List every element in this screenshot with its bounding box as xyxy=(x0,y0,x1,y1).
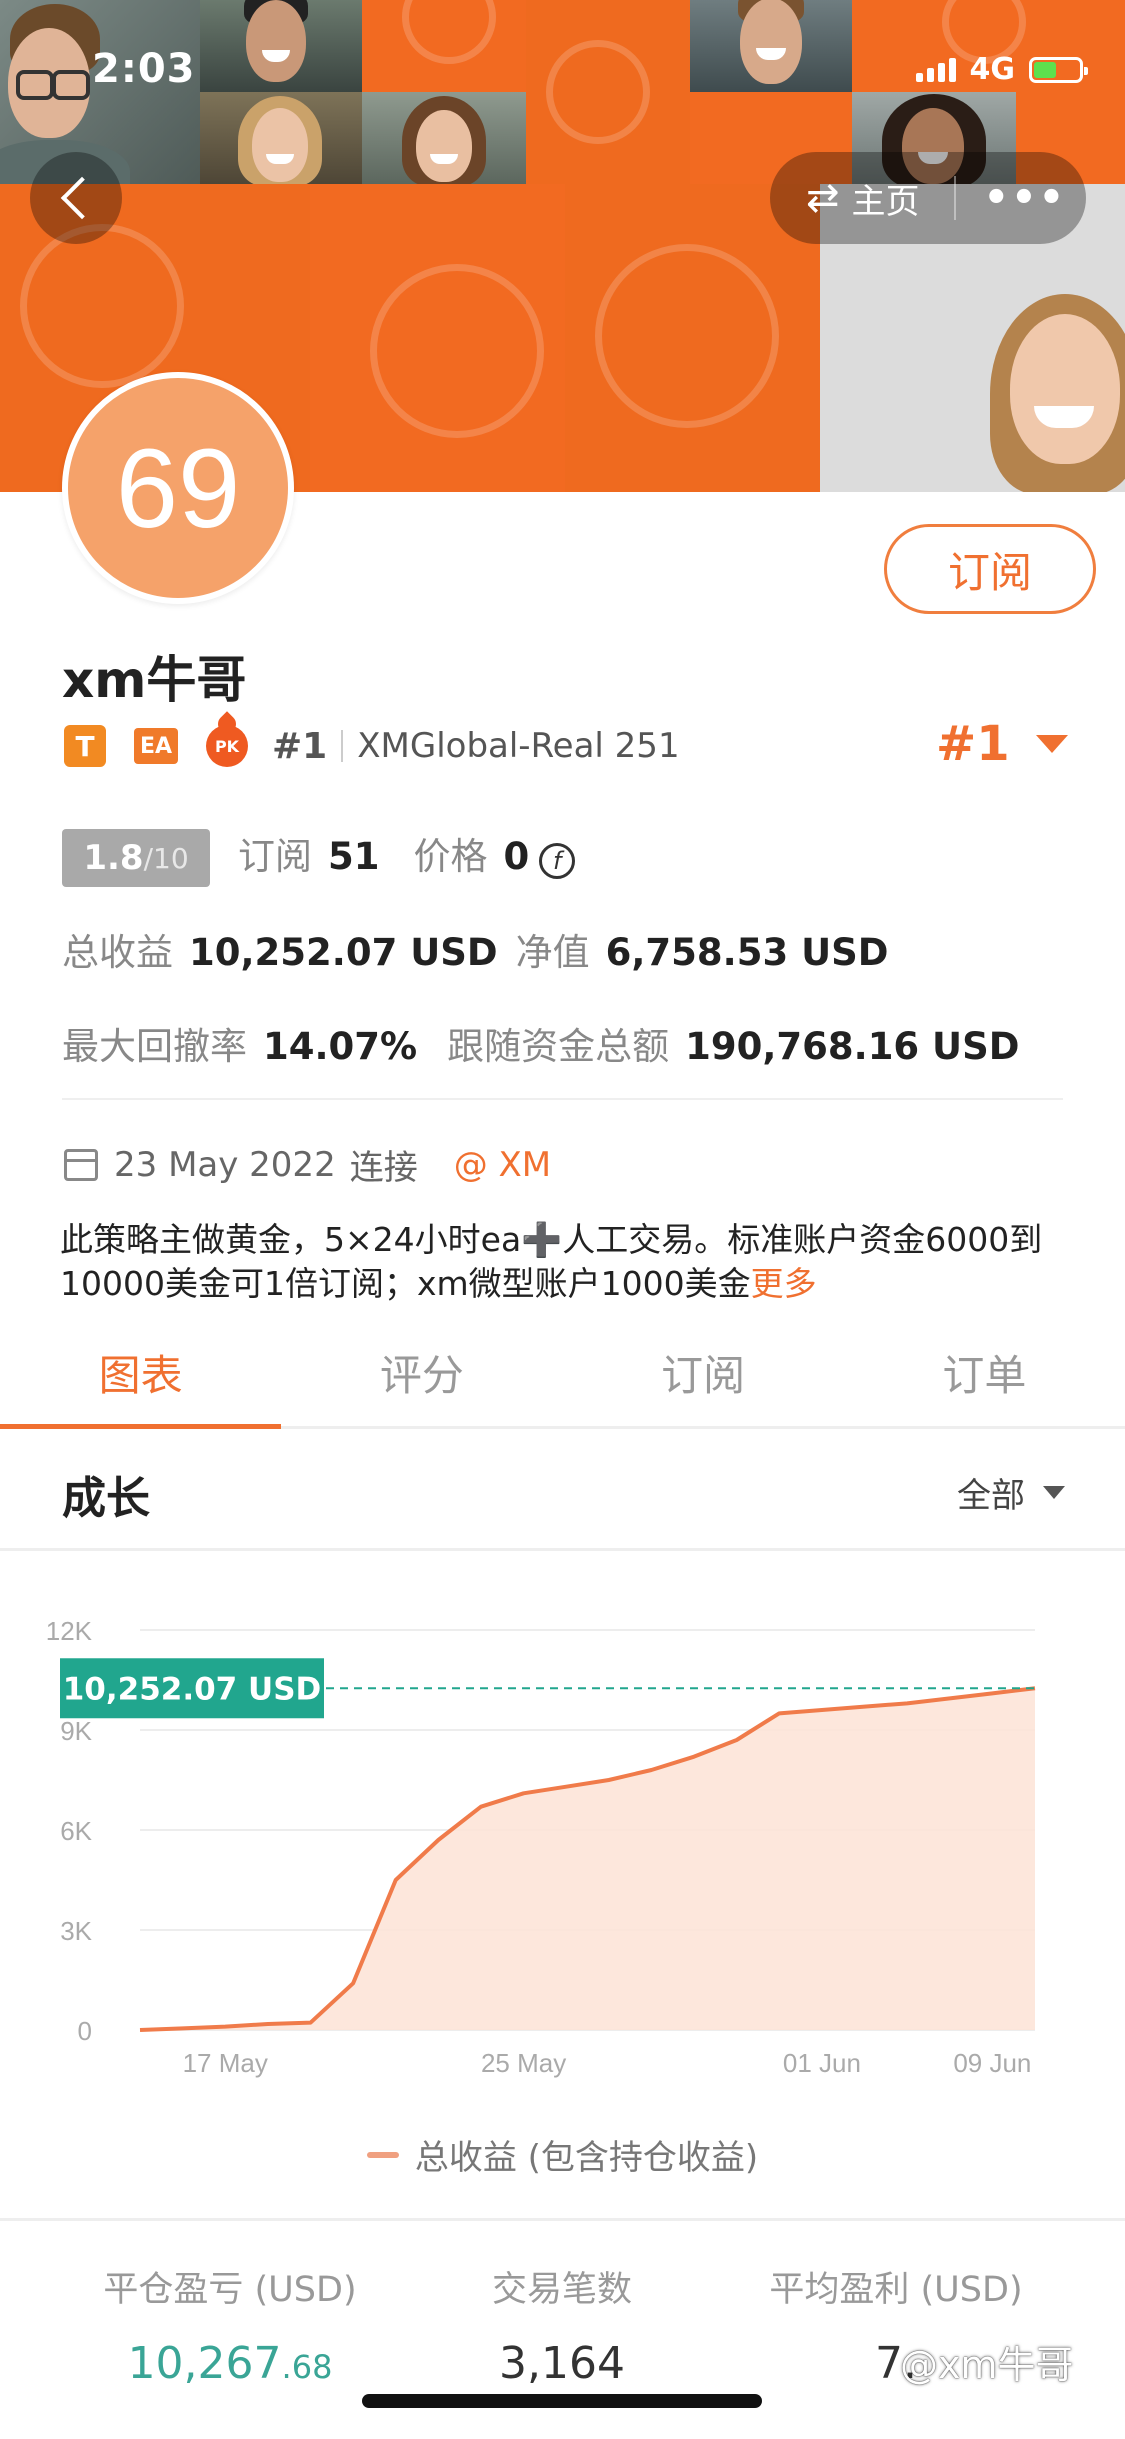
closed-pnl-stat: 平仓盈亏 (USD) 10,267.68 xyxy=(80,2261,380,2389)
max-drawdown-value: 14.07% xyxy=(263,1025,418,1068)
status-time: 2:03 xyxy=(92,46,196,92)
stat-value: 10,267.68 xyxy=(127,2338,333,2389)
battery-icon xyxy=(1029,56,1088,83)
max-drawdown-label: 最大回撤率 xyxy=(62,1025,247,1068)
subscribe-button[interactable]: 订阅 xyxy=(884,524,1096,614)
range-filter-label: 全部 xyxy=(957,1476,1025,1516)
y-tick-label: 3K xyxy=(60,1916,92,1946)
tab-orders[interactable]: 订单 xyxy=(844,1318,1125,1426)
tab-rating[interactable]: 评分 xyxy=(281,1318,562,1426)
x-tick-label: 01 Jun xyxy=(783,2048,861,2078)
growth-chart: 0 3K 6K 9K 12K 17 May 25 May 01 Jun 09 Jun 10,252… xyxy=(46,1616,1036,2078)
follow-funds-label: 跟随资金总额 xyxy=(447,1025,670,1068)
home-menu-pill: ⇄ 主页 ••• xyxy=(770,152,1086,244)
legend-swatch xyxy=(366,2151,399,2158)
total-profit-value: 10,252.07 USD xyxy=(189,931,498,974)
username: xm牛哥 xyxy=(62,651,247,709)
trader-badge-icon[interactable]: T xyxy=(64,725,106,767)
equity-label: 净值 xyxy=(515,931,590,974)
badge-row: T EA PK #1 XMGlobal-Real 251 xyxy=(64,722,680,770)
score-row: 1.8/10 订阅 51 价格 0 f xyxy=(62,826,576,887)
watermark: @xm牛哥 xyxy=(900,2343,1074,2387)
subscribe-count-label: 订阅 xyxy=(238,835,312,878)
stat-label: 交易笔数 xyxy=(491,2270,632,2310)
calendar-icon xyxy=(64,1148,98,1181)
avatar: 69 xyxy=(62,372,294,604)
profit-row: 总收益 10,252.07 USD 净值 6,758.53 USD xyxy=(62,922,889,976)
current-value-label: 10,252.07 USD xyxy=(63,1671,322,1707)
follow-funds-value: 190,768.16 USD xyxy=(685,1025,1020,1068)
banner-photo xyxy=(0,0,200,184)
connect-label: 连接 xyxy=(349,1148,418,1188)
growth-section-header: 成长 全部 xyxy=(0,1428,1125,1551)
network-label: 4G xyxy=(969,52,1016,87)
equity-value: 6,758.53 USD xyxy=(605,931,889,974)
pk-badge-icon[interactable]: PK xyxy=(206,725,248,767)
swap-icon[interactable]: ⇄ xyxy=(806,175,840,221)
series-area xyxy=(140,1688,1035,2030)
drawdown-row: 最大回撤率 14.07% 跟随资金总额 190,768.16 USD xyxy=(62,1016,1019,1070)
banner-photo xyxy=(200,0,362,92)
y-tick-label: 12K xyxy=(46,1616,93,1646)
back-button[interactable] xyxy=(30,152,122,244)
subscribe-count: 51 xyxy=(328,835,380,878)
y-tick-label: 0 xyxy=(78,2016,92,2046)
stat-label: 平仓盈亏 (USD) xyxy=(103,2270,357,2310)
rank-value: #1 xyxy=(936,716,1010,772)
x-tick-label: 09 Jun xyxy=(953,2048,1031,2078)
legend-label: 总收益 (包含持仓收益) xyxy=(414,2138,759,2178)
coin-icon: f xyxy=(539,843,576,879)
tab-bar: 图表 评分 订阅 订单 xyxy=(0,1318,1125,1429)
stat-label: 平均盈利 (USD) xyxy=(769,2270,1023,2310)
signal-icon xyxy=(915,57,956,82)
banner-photo xyxy=(690,0,852,92)
price-label: 价格 xyxy=(413,835,488,878)
broker-link[interactable]: @ XM xyxy=(454,1145,551,1185)
connect-date: 23 May 2022 xyxy=(114,1144,336,1185)
status-indicators: 4G xyxy=(915,52,1088,87)
x-tick-label: 25 May xyxy=(481,2048,566,2078)
server-name: XMGlobal-Real 251 xyxy=(357,726,680,766)
section-title: 成长 xyxy=(62,1473,150,1524)
strategy-description: 此策略主做黄金，5×24小时ea➕人工交易。标准账户资金6000到10000美金… xyxy=(60,1220,1043,1303)
range-filter[interactable]: 全部 xyxy=(957,1468,1065,1517)
rank-label: #1 xyxy=(272,725,328,767)
price-value: 0 xyxy=(503,835,530,878)
y-tick-label: 6K xyxy=(60,1816,92,1846)
connect-row: 23 May 2022 连接 @ XM xyxy=(64,1140,551,1189)
stat-value: 3,164 xyxy=(499,2338,625,2389)
tab-subscriptions[interactable]: 订阅 xyxy=(563,1318,844,1426)
trade-count-stat: 交易笔数 3,164 xyxy=(412,2261,712,2389)
y-tick-label: 9K xyxy=(60,1716,92,1746)
home-button[interactable]: 主页 xyxy=(852,174,920,223)
more-link[interactable]: 更多 xyxy=(751,1264,817,1303)
banner-photo xyxy=(200,92,362,184)
home-indicator[interactable] xyxy=(362,2394,762,2408)
caret-down-icon xyxy=(1035,735,1068,753)
x-tick-label: 17 May xyxy=(183,2048,268,2078)
rank-dropdown[interactable]: #1 xyxy=(936,716,1068,772)
caret-down-icon xyxy=(1043,1486,1065,1499)
tab-chart[interactable]: 图表 xyxy=(0,1318,282,1429)
score-badge: 1.8/10 xyxy=(62,829,210,887)
more-icon[interactable]: ••• xyxy=(984,175,1067,221)
chart-legend: 总收益 (包含持仓收益) xyxy=(0,2130,1125,2179)
banner-photo xyxy=(362,92,526,184)
ea-badge-icon[interactable]: EA xyxy=(134,728,178,764)
total-profit-label: 总收益 xyxy=(62,931,173,974)
chevron-left-icon xyxy=(60,176,104,220)
